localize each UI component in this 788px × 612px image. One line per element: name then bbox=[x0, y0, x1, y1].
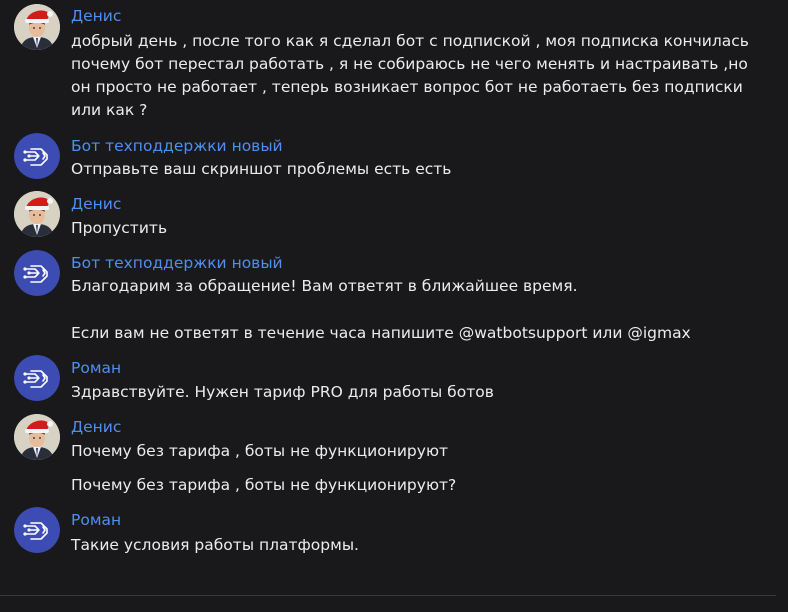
message-text: он просто не работает , теперь возникает… bbox=[71, 78, 743, 96]
message-text: Отправьте ваш скриншот проблемы есть ест… bbox=[71, 160, 452, 178]
message-author[interactable]: Роман bbox=[71, 358, 121, 378]
message-text: Благодарим за обращение! Вам ответят в б… bbox=[71, 277, 578, 295]
user-avatar-denis[interactable] bbox=[14, 4, 60, 50]
message-text: Почему без тарифа , боты не функционирую… bbox=[71, 442, 449, 460]
message-text: почему бот перестал работать , я не соби… bbox=[71, 55, 748, 73]
message-text: Здравствуйте. Нужен тариф PRO для работы… bbox=[71, 383, 494, 401]
message-text: Если вам не ответят в течение часа напиш… bbox=[71, 324, 691, 342]
message-author[interactable]: Денис bbox=[71, 6, 121, 26]
message-author[interactable]: Бот техподдержки новый bbox=[71, 136, 283, 156]
user-avatar-denis[interactable] bbox=[14, 414, 60, 460]
bot-avatar[interactable] bbox=[14, 507, 60, 553]
divider bbox=[0, 595, 776, 596]
message-author[interactable]: Бот техподдержки новый bbox=[71, 253, 283, 273]
bot-avatar[interactable] bbox=[14, 133, 60, 179]
message-text: Почему без тарифа , боты не функционирую… bbox=[71, 476, 457, 494]
bot-avatar[interactable] bbox=[14, 355, 60, 401]
message-text: Пропустить bbox=[71, 219, 168, 237]
message-author[interactable]: Роман bbox=[71, 510, 121, 530]
user-avatar-denis[interactable] bbox=[14, 191, 60, 237]
message-text: Такие условия работы платформы. bbox=[71, 536, 359, 554]
message-text: добрый день , после того как я сделал бо… bbox=[71, 32, 749, 50]
bot-avatar[interactable] bbox=[14, 250, 60, 296]
message-author[interactable]: Денис bbox=[71, 417, 121, 437]
message-text: или как ? bbox=[71, 101, 148, 119]
message-author[interactable]: Денис bbox=[71, 194, 121, 214]
